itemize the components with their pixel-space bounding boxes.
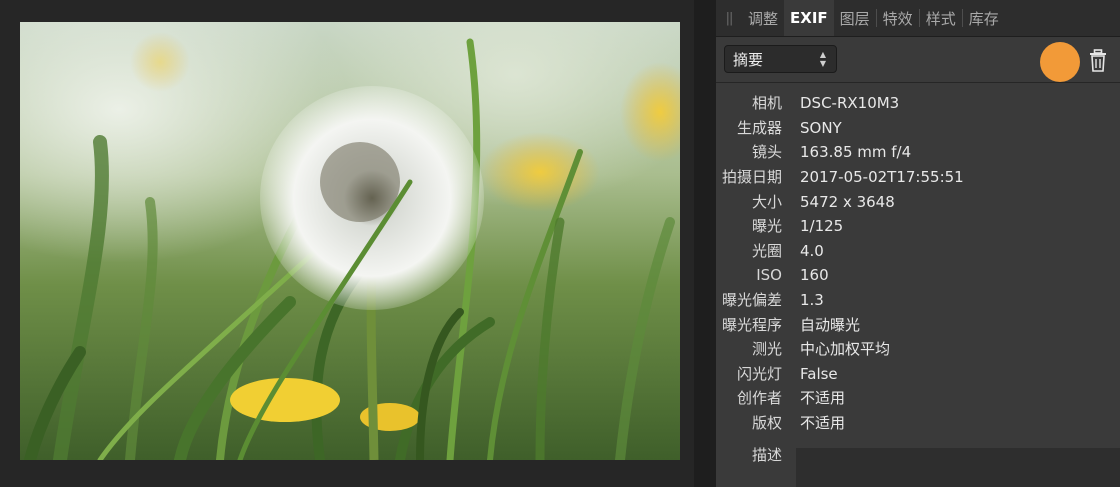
exif-row: 闪光灯 False xyxy=(716,362,1120,386)
exif-row: 创作者 不适用 xyxy=(716,386,1120,410)
exif-value: 163.85 mm f/4 xyxy=(800,143,912,161)
photo-image xyxy=(20,22,680,460)
exif-row: 曝光偏差 1.3 xyxy=(716,288,1120,312)
exif-value: 中心加权平均 xyxy=(800,340,891,358)
exif-row: 曝光 1/125 xyxy=(716,214,1120,238)
canvas-area xyxy=(0,0,694,487)
exif-info: 相机 DSC-RX10M3 生成器 SONY 镜头 163.85 mm f/4 … xyxy=(716,83,1120,487)
tab-effects[interactable]: 特效 xyxy=(877,0,919,36)
exif-key: 创作者 xyxy=(736,389,782,407)
exif-value: SONY xyxy=(800,119,842,137)
exif-row: 镜头 163.85 mm f/4 xyxy=(716,140,1120,164)
exif-toolbar: 摘要 ▲ ▼ xyxy=(716,37,1120,83)
tab-adjust[interactable]: 调整 xyxy=(742,0,784,36)
exif-value: False xyxy=(800,365,838,383)
tab-exif[interactable]: EXIF xyxy=(784,0,834,36)
exif-value: 1.3 xyxy=(800,291,824,309)
exif-key: 镜头 xyxy=(751,143,782,161)
exif-value: 4.0 xyxy=(800,242,824,260)
exif-row: 曝光程序 自动曝光 xyxy=(716,313,1120,337)
exif-value: 1/125 xyxy=(800,217,844,235)
exif-key: 版权 xyxy=(751,414,782,432)
mode-select-value: 摘要 xyxy=(733,50,764,69)
exif-panel: || 调整 EXIF 图层 特效 样式 库存 摘要 ▲ ▼ 相机 DSC-RX10… xyxy=(716,0,1120,487)
exif-value: 自动曝光 xyxy=(800,316,861,334)
exif-key: 生成器 xyxy=(736,119,782,137)
exif-value: 5472 x 3648 xyxy=(800,193,895,211)
photo-dandelion[interactable] xyxy=(20,22,680,460)
exif-key: 闪光灯 xyxy=(736,365,782,383)
exif-row: 光圈 4.0 xyxy=(716,239,1120,263)
stepper-arrows-icon: ▲ ▼ xyxy=(819,50,826,68)
exif-value: 不适用 xyxy=(800,389,846,407)
exif-row: 生成器 SONY xyxy=(716,116,1120,140)
tab-styles[interactable]: 样式 xyxy=(920,0,962,36)
tab-stock[interactable]: 库存 xyxy=(963,0,1005,36)
exif-value: 不适用 xyxy=(800,414,846,432)
exif-key: 测光 xyxy=(751,340,782,358)
exif-row: 拍摄日期 2017-05-02T17:55:51 xyxy=(716,165,1120,189)
exif-key: 大小 xyxy=(751,193,782,211)
exif-value: 2017-05-02T17:55:51 xyxy=(800,168,964,186)
exif-value: DSC-RX10M3 xyxy=(800,94,900,112)
exif-row: 相机 DSC-RX10M3 xyxy=(716,91,1120,115)
exif-row: ISO 160 xyxy=(716,263,1120,287)
description-field[interactable] xyxy=(796,448,1120,487)
exif-key: ISO xyxy=(756,266,782,284)
panel-splitter[interactable] xyxy=(694,0,716,487)
exif-value: 160 xyxy=(800,266,829,284)
exif-key: 光圈 xyxy=(751,242,782,260)
color-picker-button[interactable] xyxy=(1040,42,1080,82)
panel-tabbar: || 调整 EXIF 图层 特效 样式 库存 xyxy=(716,0,1120,37)
exif-key: 相机 xyxy=(751,94,782,112)
exif-key: 曝光 xyxy=(751,217,782,235)
trash-icon[interactable] xyxy=(1088,49,1108,73)
exif-key: 曝光程序 xyxy=(721,316,782,334)
exif-row: 测光 中心加权平均 xyxy=(716,337,1120,361)
drag-handle-icon[interactable]: || xyxy=(716,0,742,36)
exif-key: 拍摄日期 xyxy=(721,168,782,186)
exif-row: 版权 不适用 xyxy=(716,411,1120,435)
mode-select[interactable]: 摘要 ▲ ▼ xyxy=(724,45,837,73)
tab-layers[interactable]: 图层 xyxy=(834,0,876,36)
exif-key: 曝光偏差 xyxy=(721,291,782,309)
exif-row: 大小 5472 x 3648 xyxy=(716,190,1120,214)
description-label: 描述 xyxy=(751,446,782,464)
